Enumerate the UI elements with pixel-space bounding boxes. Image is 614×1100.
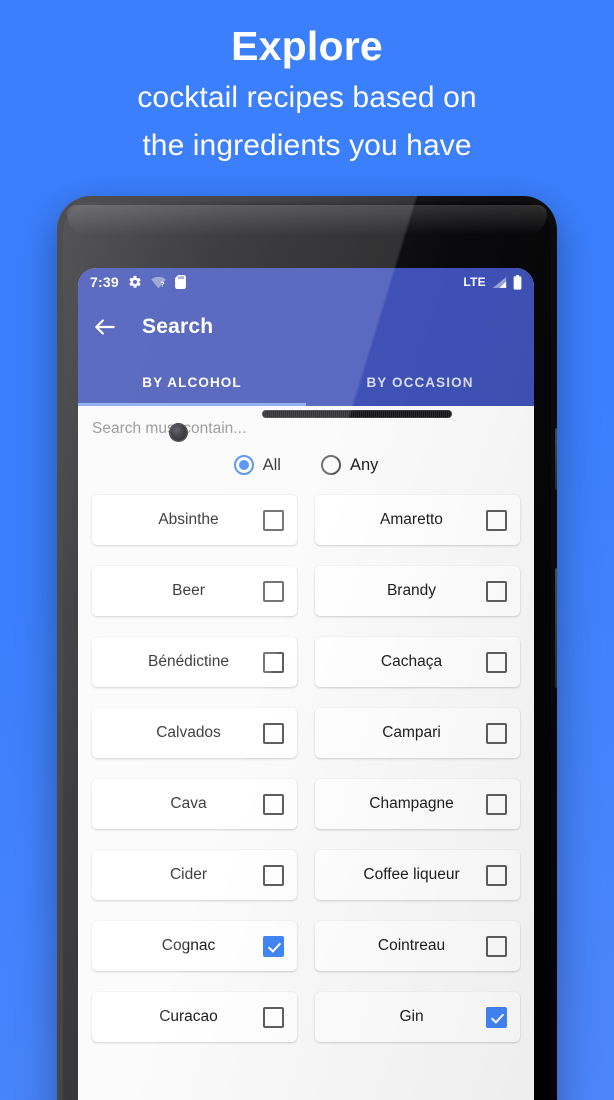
svg-text:?: ? xyxy=(160,281,164,288)
ingredient-card[interactable]: Cachaça xyxy=(315,637,520,687)
app-bar: Search BY ALCOHOL BY OCCASION xyxy=(78,296,534,406)
volume-button[interactable] xyxy=(555,568,557,688)
clock: 7:39 xyxy=(90,274,119,290)
front-camera-icon xyxy=(170,424,187,441)
tab-bar: BY ALCOHOL BY OCCASION xyxy=(78,358,534,406)
signal-icon xyxy=(492,276,507,289)
ingredient-label: Cointreau xyxy=(377,937,446,954)
ingredient-card[interactable]: Gin xyxy=(315,992,520,1042)
ingredient-checkbox[interactable] xyxy=(486,722,507,744)
ingredient-label: Cachaça xyxy=(380,653,443,670)
gear-icon xyxy=(128,275,142,289)
radio-option-all[interactable]: All xyxy=(233,455,281,475)
ingredient-checkbox[interactable] xyxy=(486,651,507,673)
ingredient-card[interactable]: Calvados xyxy=(92,708,297,758)
promo-subtitle-line1: cocktail recipes based on xyxy=(137,81,477,115)
ingredient-card[interactable]: Brandy xyxy=(315,566,520,616)
battery-icon xyxy=(513,274,522,290)
ingredient-checkbox[interactable] xyxy=(486,1006,507,1028)
power-button[interactable] xyxy=(555,428,557,490)
phone-mockup: 7:39 ? LTE Search BY ALCOHOL BY OCCASION… xyxy=(57,196,557,1100)
ingredient-label: Bénédictine xyxy=(147,653,229,670)
ingredient-card[interactable]: Cointreau xyxy=(315,921,520,971)
ingredient-checkbox[interactable] xyxy=(263,864,284,886)
ingredient-card[interactable]: Curacao xyxy=(92,992,297,1042)
ingredient-checkbox[interactable] xyxy=(263,935,284,957)
radio-all-label: All xyxy=(262,455,281,474)
ingredient-checkbox[interactable] xyxy=(486,509,507,531)
ingredient-checkbox[interactable] xyxy=(486,580,507,602)
ingredient-label: Champagne xyxy=(369,795,454,812)
ingredient-label: Beer xyxy=(172,582,205,599)
ingredient-checkbox[interactable] xyxy=(486,793,507,815)
network-type-label: LTE xyxy=(463,275,486,289)
ingredient-checkbox[interactable] xyxy=(263,509,284,531)
ingredient-checkbox[interactable] xyxy=(486,935,507,957)
status-bar-right: LTE xyxy=(463,274,522,290)
ingredient-checkbox[interactable] xyxy=(263,580,284,602)
sd-card-icon xyxy=(174,275,186,289)
promo-subtitle-line2: the ingredients you have xyxy=(142,129,472,163)
ingredient-grid: Absinthe Amaretto Beer Brandy Bénédictine Cac… xyxy=(78,495,534,1042)
promo-header: Explore cocktail recipes based on the in… xyxy=(0,22,614,166)
promo-banner: Explore cocktail recipes based on the in… xyxy=(0,0,614,1100)
ingredient-card[interactable]: Cognac xyxy=(92,921,297,971)
back-arrow-icon[interactable] xyxy=(92,314,118,340)
wifi-question-icon: ? xyxy=(151,276,166,289)
page-title: Explore xyxy=(231,23,383,69)
earpiece-speaker-icon xyxy=(262,410,452,418)
radio-any-label: Any xyxy=(349,455,379,474)
tab-by-alcohol[interactable]: BY ALCOHOL xyxy=(78,358,306,406)
ingredient-label: Campari xyxy=(382,724,441,741)
ingredient-label: Brandy xyxy=(386,582,437,599)
phone-screen: 7:39 ? LTE Search BY ALCOHOL BY OCCASION… xyxy=(78,268,534,1100)
ingredient-checkbox[interactable] xyxy=(263,1006,284,1028)
ingredient-label: Amaretto xyxy=(380,511,443,528)
ingredient-label: Cava xyxy=(170,795,207,812)
app-bar-top: Search xyxy=(78,296,534,358)
ingredient-label: Curacao xyxy=(159,1008,218,1025)
ingredient-label: Cognac xyxy=(161,937,216,954)
ingredient-card[interactable]: Cava xyxy=(92,779,297,829)
ingredient-card[interactable]: Bénédictine xyxy=(92,637,297,687)
ingredient-label: Coffee liqueur xyxy=(363,866,460,883)
app-bar-title: Search xyxy=(142,315,214,338)
ingredient-card[interactable]: Cider xyxy=(92,850,297,900)
ingredient-label: Gin xyxy=(399,1008,424,1025)
ingredient-card[interactable]: Absinthe xyxy=(92,495,297,545)
ingredient-checkbox[interactable] xyxy=(263,651,284,673)
ingredient-label: Calvados xyxy=(156,724,221,741)
radio-option-any[interactable]: Any xyxy=(320,455,379,475)
status-bar-left: 7:39 ? xyxy=(90,274,186,290)
radio-all-icon[interactable] xyxy=(233,455,254,475)
ingredient-checkbox[interactable] xyxy=(263,793,284,815)
status-bar: 7:39 ? LTE xyxy=(78,268,534,296)
ingredient-label: Cider xyxy=(169,866,208,883)
ingredient-card[interactable]: Beer xyxy=(92,566,297,616)
ingredient-label: Absinthe xyxy=(158,511,219,528)
radio-any-icon[interactable] xyxy=(320,455,341,475)
ingredient-card[interactable]: Champagne xyxy=(315,779,520,829)
ingredient-card[interactable]: Coffee liqueur xyxy=(315,850,520,900)
search-panel: Search must contain... All Any Absinthe A… xyxy=(78,406,534,1100)
ingredient-checkbox[interactable] xyxy=(486,864,507,886)
ingredient-card[interactable]: Amaretto xyxy=(315,495,520,545)
ingredient-card[interactable]: Campari xyxy=(315,708,520,758)
ingredient-checkbox[interactable] xyxy=(263,722,284,744)
match-mode-radio-group: All Any xyxy=(78,455,534,475)
tab-by-occasion[interactable]: BY OCCASION xyxy=(306,358,534,406)
